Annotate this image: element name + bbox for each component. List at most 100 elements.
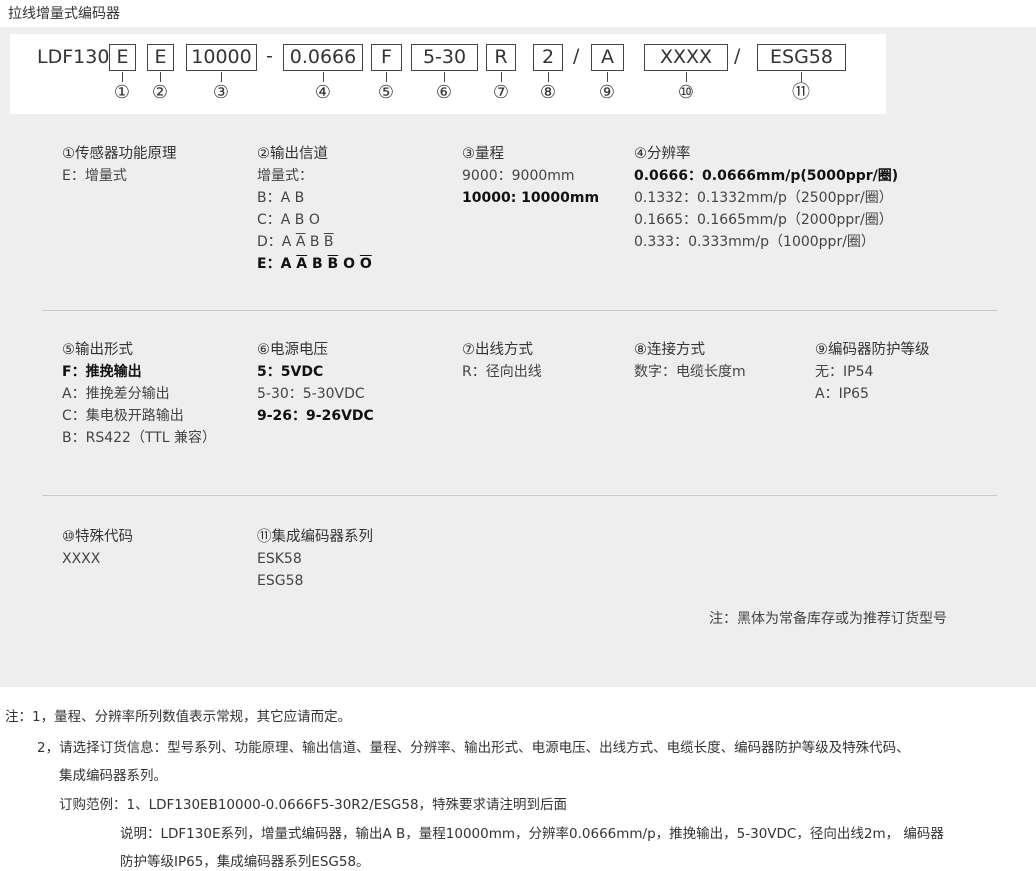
code-slash-2: / — [734, 45, 741, 67]
code-prefix: LDF130 — [37, 46, 110, 68]
channel-e-b: B — [312, 256, 323, 272]
marker-stem — [801, 72, 802, 82]
spec-channel-line-d: D：A A B B — [257, 231, 372, 253]
spec-series-header: ⑪集成编码器系列 — [257, 529, 373, 545]
seg-voltage: 5-30 — [411, 44, 478, 71]
spec-special-header: ⑩特殊代码 — [62, 529, 133, 545]
marker-stem — [386, 72, 387, 82]
seg-protection: A — [591, 44, 624, 71]
channel-e-prefix: E：A — [257, 256, 297, 272]
marker-6: ⑥ — [435, 82, 453, 103]
marker-9: ⑨ — [598, 82, 616, 103]
spec-channel-line: C：A B O — [257, 212, 320, 228]
marker-3: ③ — [212, 82, 230, 103]
spec-exit: ⑦出线方式 R：径向出线 — [462, 339, 542, 383]
marker-stem — [160, 72, 161, 82]
spec-output-line: B：RS422（TTL 兼容） — [62, 430, 217, 446]
order-example: 订购范例：1、LDF130EB10000-0.0666F5-30R2/ESG58… — [59, 797, 568, 813]
note-2: 2，请选择订货信息：型号系列、功能原理、输出信道、量程、分辨率、输出形式、电源电… — [37, 740, 910, 756]
spec-series: ⑪集成编码器系列 ESK58 ESG58 — [257, 526, 373, 592]
stock-note: 注：黑体为常备库存或为推荐订货型号 — [709, 611, 947, 627]
spec-output: ⑤输出形式 F：推挽输出 A：推挽差分输出 C：集电极开路输出 B：RS422（… — [62, 339, 216, 449]
spec-voltage-header: ⑥电源电压 — [257, 342, 328, 358]
marker-7: ⑦ — [492, 82, 510, 103]
spec-output-line: A：推挽差分输出 — [62, 386, 170, 402]
marker-stem — [686, 72, 687, 82]
seg-channel: E — [147, 44, 174, 71]
spec-series-line: ESG58 — [257, 573, 304, 589]
spec-protection-header: ⑨编码器防护等级 — [815, 342, 930, 358]
page-title: 拉线增量式编码器 — [8, 6, 120, 22]
spec-resolution-line: 0.333：0.333mm/p（1000ppr/圈） — [634, 234, 875, 250]
spec-channel: ②输出信道 增量式： B：A B C：A B O D：A A B B E：A A… — [257, 143, 372, 275]
channel-e-o-bar: O — [359, 256, 372, 272]
spec-channel-line-e: E：A A B B O O — [257, 253, 372, 275]
spec-resolution-line: 0.0666：0.0666mm/p(5000ppr/圈) — [634, 168, 899, 184]
marker-2: ② — [151, 82, 169, 103]
spec-exit-line: R：径向出线 — [462, 364, 542, 380]
spec-channel-header: ②输出信道 — [257, 146, 328, 162]
spec-voltage: ⑥电源电压 5：5VDC 5-30：5-30VDC 9-26：9-26VDC — [257, 339, 374, 427]
seg-resolution: 0.0666 — [283, 44, 363, 71]
spec-protection-line: 无：IP54 — [815, 364, 874, 380]
spec-resolution-header: ④分辨率 — [634, 146, 691, 162]
spec-output-line: C：集电极开路输出 — [62, 408, 184, 424]
spec-output-header: ⑤输出形式 — [62, 342, 133, 358]
channel-e-b-bar: B — [327, 256, 339, 272]
marker-stem — [444, 72, 445, 82]
marker-8: ⑧ — [539, 82, 557, 103]
spec-special: ⑩特殊代码 XXXX — [62, 526, 133, 570]
marker-stem — [323, 72, 324, 82]
channel-d-b: B — [309, 234, 320, 250]
marker-11: ⑪ — [792, 82, 810, 103]
channel-e-a-bar: A — [296, 256, 308, 272]
seg-cable: 2 — [533, 44, 563, 71]
spec-exit-header: ⑦出线方式 — [462, 342, 533, 358]
code-dash: - — [266, 45, 273, 67]
model-code-box: LDF130 E E 10000 - 0.0666 F 5-30 R 2 / A… — [10, 34, 886, 114]
divider — [42, 495, 997, 496]
marker-stem — [548, 72, 549, 82]
spec-principle-line: E：增量式 — [62, 168, 127, 184]
spec-range-line: 10000: 10000mm — [462, 190, 600, 206]
spec-principle: ①传感器功能原理 E：增量式 — [62, 143, 177, 187]
spec-connection-line: 数字：电缆长度m — [634, 364, 746, 380]
spec-voltage-line: 5：5VDC — [257, 364, 324, 380]
seg-exit: R — [486, 44, 516, 71]
marker-5: ⑤ — [377, 82, 395, 103]
seg-series: ESG58 — [757, 44, 846, 71]
example-description-cont: 防护等级IP65，集成编码器系列ESG58。 — [120, 854, 370, 870]
spec-connection-header: ⑧连接方式 — [634, 342, 705, 358]
marker-stem — [221, 72, 222, 82]
spec-resolution-line: 0.1665：0.1665mm/p（2000ppr/圈） — [634, 212, 893, 228]
note-2-cont: 集成编码器系列。 — [59, 768, 167, 784]
spec-special-line: XXXX — [62, 551, 101, 567]
marker-stem — [122, 72, 123, 82]
divider — [42, 310, 997, 311]
spec-range: ③量程 9000：9000mm 10000: 10000mm — [462, 143, 599, 209]
spec-output-line: F：推挽输出 — [62, 364, 142, 380]
spec-resolution: ④分辨率 0.0666：0.0666mm/p(5000ppr/圈) 0.1332… — [634, 143, 898, 253]
spec-voltage-line: 9-26：9-26VDC — [257, 408, 374, 424]
channel-d-b-bar: B — [323, 234, 334, 250]
marker-stem — [607, 72, 608, 82]
marker-1: ① — [113, 82, 131, 103]
spec-resolution-line: 0.1332：0.1332mm/p（2500ppr/圈） — [634, 190, 893, 206]
spec-connection: ⑧连接方式 数字：电缆长度m — [634, 339, 746, 383]
spec-channel-line: B：A B — [257, 190, 305, 206]
marker-10: ⑩ — [677, 82, 695, 103]
spec-protection-line: A：IP65 — [815, 386, 869, 402]
seg-range: 10000 — [186, 44, 257, 71]
spec-series-line: ESK58 — [257, 551, 302, 567]
marker-4: ④ — [314, 82, 332, 103]
seg-output: F — [371, 44, 402, 71]
marker-stem — [501, 72, 502, 82]
note-1: 注：1，量程、分辨率所列数值表示常规，其它应请而定。 — [5, 709, 352, 725]
spec-channel-line: 增量式： — [257, 168, 313, 184]
channel-d-prefix: D：A — [257, 234, 296, 250]
spec-voltage-line: 5-30：5-30VDC — [257, 386, 365, 402]
channel-d-a-bar: A — [295, 234, 306, 250]
seg-principle: E — [109, 44, 136, 71]
code-slash-1: / — [573, 45, 580, 67]
example-description: 说明：LDF130E系列，增量式编码器，输出A B，量程10000mm，分辨率0… — [120, 826, 944, 842]
